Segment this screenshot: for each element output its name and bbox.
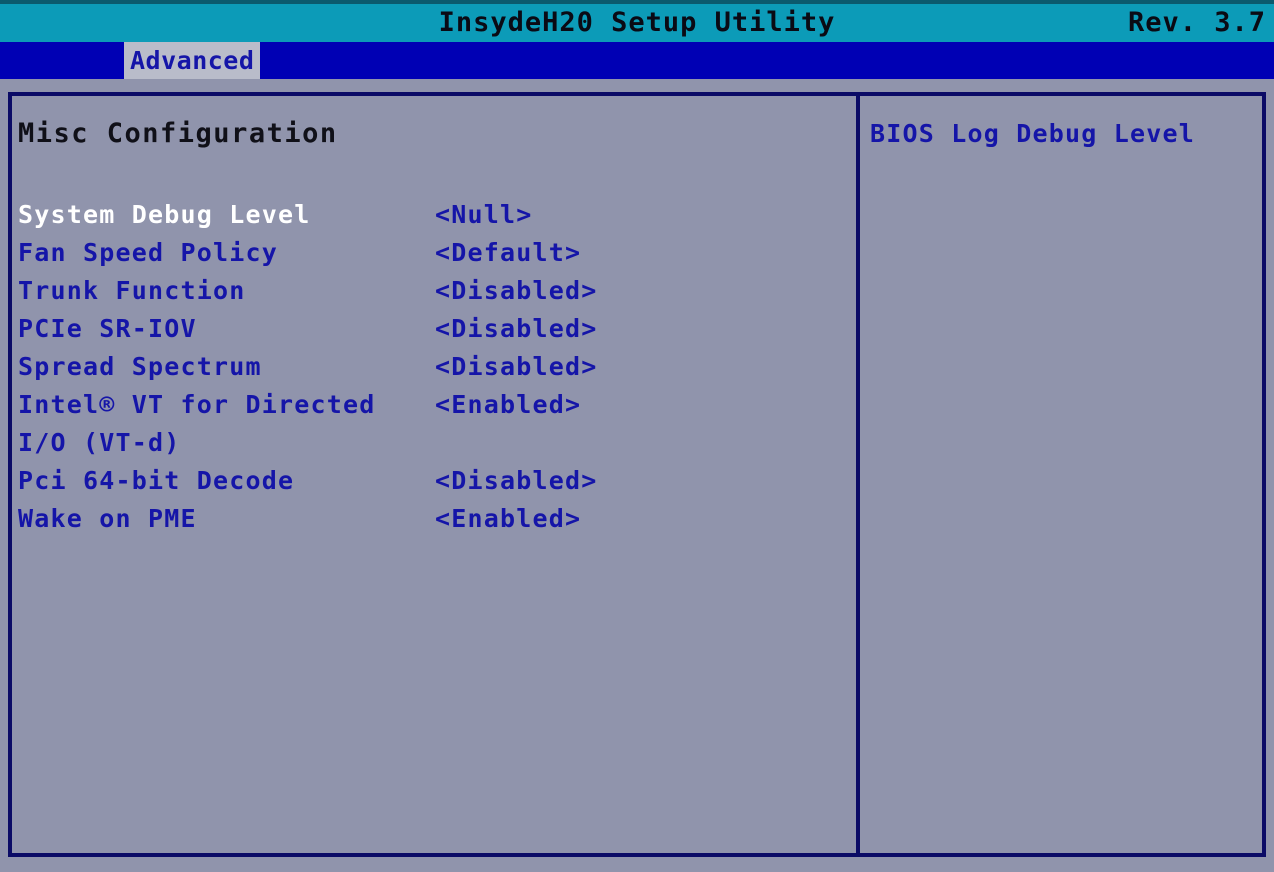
menu-bar: Advanced <box>0 42 1274 79</box>
settings-panel: Misc Configuration System Debug Level <N… <box>12 96 856 853</box>
setting-label: PCIe SR-IOV <box>18 314 197 343</box>
setting-label: System Debug Level <box>18 200 311 229</box>
bios-setup-screen: InsydeH20 Setup Utility Rev. 3.7 Advance… <box>0 0 1274 872</box>
setting-label: Spread Spectrum <box>18 352 262 381</box>
setting-row-trunk-function[interactable]: Trunk Function <Disabled> <box>12 272 856 310</box>
content-frame: Misc Configuration System Debug Level <N… <box>8 92 1266 857</box>
revision-label: Rev. 3.7 <box>1127 7 1266 38</box>
setting-label: Wake on PME <box>18 504 197 533</box>
setting-row-intel-vt-for-directed-io[interactable]: Intel® VT for Directed <Enabled> <box>12 386 856 424</box>
title-bar: InsydeH20 Setup Utility Rev. 3.7 <box>0 4 1274 42</box>
setting-label: Fan Speed Policy <box>18 238 279 267</box>
help-panel: BIOS Log Debug Level <box>860 96 1262 853</box>
page-title: InsydeH20 Setup Utility <box>438 7 836 38</box>
setting-value[interactable]: <Null> <box>435 196 533 234</box>
setting-row-spread-spectrum[interactable]: Spread Spectrum <Disabled> <box>12 348 856 386</box>
help-text: BIOS Log Debug Level <box>870 119 1196 148</box>
setting-label-continuation: I/O (VT-d) <box>18 428 181 457</box>
setting-label: Intel® VT for Directed <box>18 390 376 419</box>
setting-value[interactable]: <Disabled> <box>435 348 598 386</box>
setting-value[interactable]: <Enabled> <box>435 386 581 424</box>
setting-label: Pci 64-bit Decode <box>18 466 295 495</box>
setting-row-intel-vt-label-continuation: I/O (VT-d) <box>12 424 856 462</box>
setting-row-pci-64-bit-decode[interactable]: Pci 64-bit Decode <Disabled> <box>12 462 856 500</box>
setting-row-pcie-sr-iov[interactable]: PCIe SR-IOV <Disabled> <box>12 310 856 348</box>
setting-value[interactable]: <Default> <box>435 234 581 272</box>
section-title: Misc Configuration <box>18 118 338 149</box>
setting-label: Trunk Function <box>18 276 246 305</box>
setting-value[interactable]: <Enabled> <box>435 500 581 538</box>
setting-value[interactable]: <Disabled> <box>435 462 598 500</box>
setting-row-system-debug-level[interactable]: System Debug Level <Null> <box>12 196 856 234</box>
tab-advanced[interactable]: Advanced <box>124 42 261 79</box>
settings-list: System Debug Level <Null> Fan Speed Poli… <box>12 196 856 538</box>
setting-value[interactable]: <Disabled> <box>435 310 598 348</box>
setting-row-fan-speed-policy[interactable]: Fan Speed Policy <Default> <box>12 234 856 272</box>
setting-row-wake-on-pme[interactable]: Wake on PME <Enabled> <box>12 500 856 538</box>
setting-value[interactable]: <Disabled> <box>435 272 598 310</box>
